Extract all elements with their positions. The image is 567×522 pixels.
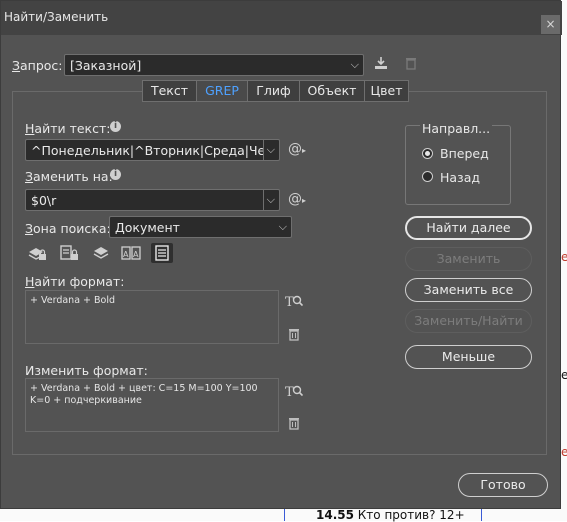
include-locked-layers-icon[interactable] — [26, 243, 48, 263]
doc-fragment: e — [561, 368, 567, 382]
direction-group — [405, 125, 511, 205]
save-query-icon[interactable] — [374, 56, 388, 70]
specify-find-format-icon[interactable]: T — [285, 293, 303, 309]
find-format-text: + Verdana + Bold — [30, 295, 116, 306]
tab-color[interactable]: Цвет — [364, 80, 409, 102]
replace-all-button[interactable]: Заменить все — [405, 278, 532, 302]
tab-grep[interactable]: GREP — [196, 80, 248, 102]
replace-find-button[interactable]: Заменить/Найти — [405, 309, 532, 333]
svg-text:A: A — [123, 250, 129, 259]
chevron-down-icon: ⌵ — [350, 58, 359, 71]
trash-icon[interactable] — [288, 416, 300, 430]
replace-button[interactable]: Заменить — [405, 247, 532, 271]
replace-label: Заменить на: — [25, 169, 113, 184]
doc-frame-line — [481, 509, 482, 521]
chevron-down-icon: ⌵ — [278, 220, 287, 233]
less-button[interactable]: Меньше — [405, 345, 532, 369]
document-text-line: 14.55 Кто против? 12+ — [316, 508, 465, 522]
chevron-down-icon[interactable]: ⌵ — [267, 143, 275, 157]
find-next-button[interactable]: Найти далее — [405, 216, 532, 240]
tab-object[interactable]: Объект — [299, 80, 365, 102]
doc-frame-line — [284, 509, 285, 521]
svg-text:A: A — [133, 250, 139, 259]
tab-text[interactable]: Текст — [142, 80, 197, 102]
find-replace-dialog: Найти/Заменить × Запрос: [Заказной] ⌵ Те… — [0, 0, 562, 509]
info-icon[interactable]: i — [110, 169, 121, 180]
field-separator — [263, 190, 264, 210]
change-format-label: Изменить формат: — [25, 363, 148, 378]
chevron-down-icon[interactable]: ⌵ — [267, 193, 275, 207]
include-footnotes-icon[interactable] — [151, 243, 173, 263]
info-icon[interactable]: i — [110, 121, 121, 132]
direction-title: Направл... — [420, 121, 493, 136]
search-scope-select[interactable]: Документ ⌵ — [109, 216, 292, 238]
search-scope-label: Зона поиска: — [25, 221, 111, 236]
replace-value: $0\r — [31, 193, 57, 208]
doc-fragment: e — [561, 445, 567, 459]
close-button[interactable]: × — [541, 15, 560, 34]
backward-radio[interactable] — [422, 171, 433, 182]
query-value: [Заказной] — [70, 58, 142, 73]
include-hidden-layers-icon[interactable] — [90, 243, 112, 263]
query-label: Запрос: — [12, 58, 63, 73]
find-text-label: Найти текст: — [25, 121, 111, 136]
special-characters-icon[interactable]: @▸ — [288, 192, 306, 206]
title-bar[interactable]: Найти/Заменить × — [1, 1, 562, 35]
find-text-value: ^Понедельник|^Вторник|Среда|Четверг — [31, 143, 263, 158]
backward-label[interactable]: Назад — [440, 170, 480, 185]
find-text-field[interactable]: ^Понедельник|^Вторник|Среда|Четверг ⌵ — [25, 139, 280, 161]
tab-glyph[interactable]: Глиф — [247, 80, 300, 102]
include-locked-stories-icon[interactable] — [58, 243, 80, 263]
change-format-box[interactable]: + Verdana + Bold + цвет: C=15 M=100 Y=10… — [25, 378, 279, 432]
window-title: Найти/Заменить — [4, 10, 109, 24]
query-select[interactable]: [Заказной] ⌵ — [64, 54, 364, 76]
change-format-text: + Verdana + Bold + цвет: C=15 M=100 Y=10… — [30, 383, 258, 406]
svg-text:T: T — [285, 385, 294, 399]
special-characters-icon[interactable]: @▸ — [288, 142, 306, 156]
include-master-pages-icon[interactable]: AA — [120, 243, 142, 263]
forward-radio[interactable] — [422, 148, 433, 159]
trash-icon[interactable] — [405, 56, 417, 70]
replace-field[interactable]: $0\r ⌵ — [25, 189, 280, 211]
field-separator — [263, 140, 264, 160]
doc-fragment: e — [561, 250, 567, 264]
find-format-label: Найти формат: — [25, 274, 125, 289]
forward-label[interactable]: Вперед — [440, 146, 489, 161]
svg-text:T: T — [285, 295, 294, 309]
tab-bar: Текст GREP Глиф Объект Цвет — [142, 80, 409, 102]
search-scope-value: Документ — [115, 220, 180, 235]
trash-icon[interactable] — [288, 327, 300, 341]
specify-change-format-icon[interactable]: T — [285, 383, 303, 399]
find-format-box[interactable]: + Verdana + Bold — [25, 290, 279, 344]
done-button[interactable]: Готово — [458, 473, 548, 497]
